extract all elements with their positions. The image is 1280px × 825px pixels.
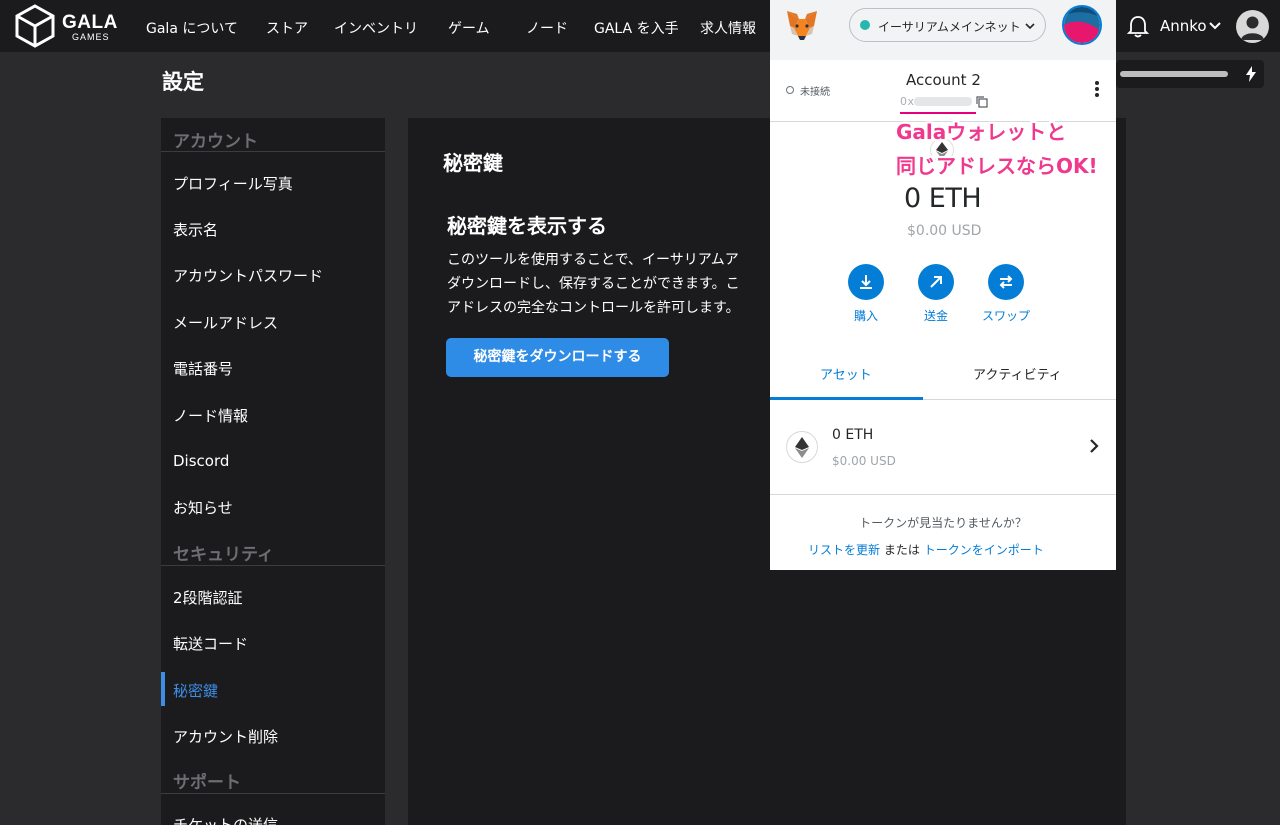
sidebar-item-display-name[interactable]: 表示名 (173, 219, 218, 240)
balance-amount: 0 ETH (904, 183, 982, 214)
account-row: 未接続 Account 2 0x (770, 60, 1116, 122)
sidebar-item-email[interactable]: メールアドレス (173, 312, 278, 333)
chevron-down-icon[interactable] (1208, 19, 1222, 33)
network-name: イーサリアムメインネット (878, 20, 1021, 34)
annotation-underline (900, 112, 976, 114)
annotation-text-line1: Galaウォレットと (896, 120, 1067, 144)
buy-label: 購入 (853, 309, 878, 323)
connection-dot (786, 86, 794, 94)
active-tab-underline (770, 397, 923, 400)
divider (161, 793, 385, 794)
network-selector[interactable]: イーサリアムメインネット (849, 8, 1046, 42)
description-line: このツールを使用することで、イーサリアムア (447, 252, 739, 268)
sidebar-item-2fa[interactable]: 2段階認証 (173, 587, 243, 608)
panel-heading: 秘密鍵 (443, 151, 503, 175)
identicon-icon (1064, 7, 1100, 43)
address-redacted (914, 97, 972, 106)
sidebar-item-account-password[interactable]: アカウントパスワード (173, 265, 323, 286)
user-name[interactable]: Annko (1160, 17, 1207, 35)
gala-cube-icon (15, 4, 55, 48)
page-title: 設定 (162, 70, 204, 94)
account-avatar[interactable] (1062, 5, 1102, 45)
user-avatar[interactable] (1236, 10, 1269, 43)
bell-icon[interactable] (1125, 14, 1151, 40)
account-name: Account 2 (906, 71, 981, 89)
sidebar-section-account: アカウント (173, 132, 258, 152)
asset-usd: $0.00 USD (832, 454, 896, 468)
progress-widget (1116, 60, 1264, 88)
tab-assets[interactable]: アセット (820, 364, 872, 383)
copy-icon[interactable] (976, 96, 988, 108)
token-links: リストを更新 または トークンをインポート (808, 541, 1044, 558)
swap-label: スワップ (981, 309, 1030, 323)
sidebar-item-phone[interactable]: 電話番号 (173, 358, 233, 379)
active-indicator (161, 672, 165, 706)
nav-link-about[interactable]: Gala について (146, 18, 238, 38)
send-label: 送金 (923, 309, 948, 323)
brand-subtitle: GAMES (72, 32, 110, 42)
missing-tokens-text: トークンが見当たりませんか？ (859, 516, 1027, 530)
chevron-right-icon (1090, 439, 1099, 453)
sidebar-item-profile-photo[interactable]: プロフィール写真 (173, 173, 293, 194)
download-icon (848, 264, 884, 300)
annotation-text-line2: 同じアドレスならOK! (896, 154, 1098, 178)
progress-fill (1120, 71, 1228, 77)
asset-list-item[interactable]: 0 ETH $0.00 USD (770, 401, 1116, 495)
import-tokens-link[interactable]: トークンをインポート (924, 543, 1044, 557)
nav-link-games[interactable]: ゲーム (448, 18, 490, 38)
refresh-list-link[interactable]: リストを更新 (808, 543, 880, 557)
description: このツールを使用することで、イーサリアムア ダウンロードし、保存することができま… (447, 248, 740, 320)
divider (161, 151, 385, 152)
sidebar-item-discord[interactable]: Discord (173, 452, 229, 470)
download-private-key-button[interactable]: 秘密鍵をダウンロードする (446, 338, 669, 377)
settings-sidebar: アカウント プロフィール写真 表示名 アカウントパスワード メールアドレス 電話… (161, 118, 385, 825)
nav-link-get-gala[interactable]: GALA を入手 (594, 18, 679, 38)
nav-link-nodes[interactable]: ノード (526, 18, 568, 38)
section-heading: 秘密鍵を表示する (447, 214, 607, 238)
arrow-up-right-icon (918, 264, 954, 300)
sidebar-item-private-key[interactable]: 秘密鍵 (173, 680, 218, 701)
gala-logo[interactable]: GALA GAMES (14, 4, 117, 48)
eth-icon (786, 431, 818, 463)
brand-name: GALA (62, 12, 118, 33)
buy-action[interactable]: 購入 (831, 264, 901, 324)
network-status-dot (860, 20, 870, 30)
account-address[interactable]: 0x (900, 95, 915, 108)
lightning-icon (1246, 66, 1256, 82)
metamask-popup: イーサリアムメインネット 未接続 Account 2 0x 0 ETH $0.0… (770, 0, 1116, 570)
sidebar-section-support: サポート (173, 773, 241, 793)
sidebar-section-security: セキュリティ (173, 545, 274, 565)
sidebar-item-delete-account[interactable]: アカウント削除 (173, 726, 278, 747)
sidebar-item-transfer-code[interactable]: 転送コード (173, 633, 248, 654)
connection-status[interactable]: 未接続 (800, 83, 830, 98)
sidebar-item-submit-ticket[interactable]: チケットの送信 (173, 814, 278, 825)
swap-icon (988, 264, 1024, 300)
balance-usd: $0.00 USD (907, 223, 982, 239)
description-line: ダウンロードし、保存することができます。こ (447, 276, 740, 292)
metamask-fox-icon[interactable] (784, 8, 820, 44)
wallet-tabs: アセット アクティビティ (770, 350, 1116, 400)
tab-activity[interactable]: アクティビティ (973, 364, 1062, 383)
swap-action[interactable]: スワップ (971, 264, 1041, 324)
more-options-icon[interactable] (1094, 80, 1100, 98)
metamask-header: イーサリアムメインネット (770, 0, 1116, 60)
divider (161, 565, 385, 566)
description-line: アドレスの完全なコントロールを許可します。 (447, 300, 740, 316)
send-action[interactable]: 送金 (901, 264, 971, 324)
nav-link-jobs[interactable]: 求人情報 (700, 18, 756, 38)
sidebar-item-notifications[interactable]: お知らせ (173, 497, 233, 518)
nav-link-store[interactable]: ストア (266, 18, 308, 38)
nav-link-inventory[interactable]: インベントリ (334, 18, 418, 38)
person-icon (1241, 16, 1264, 40)
or-text: または (883, 543, 920, 557)
sidebar-item-node-info[interactable]: ノード情報 (173, 405, 248, 426)
asset-amount: 0 ETH (832, 427, 874, 443)
chevron-down-icon (1025, 23, 1035, 30)
